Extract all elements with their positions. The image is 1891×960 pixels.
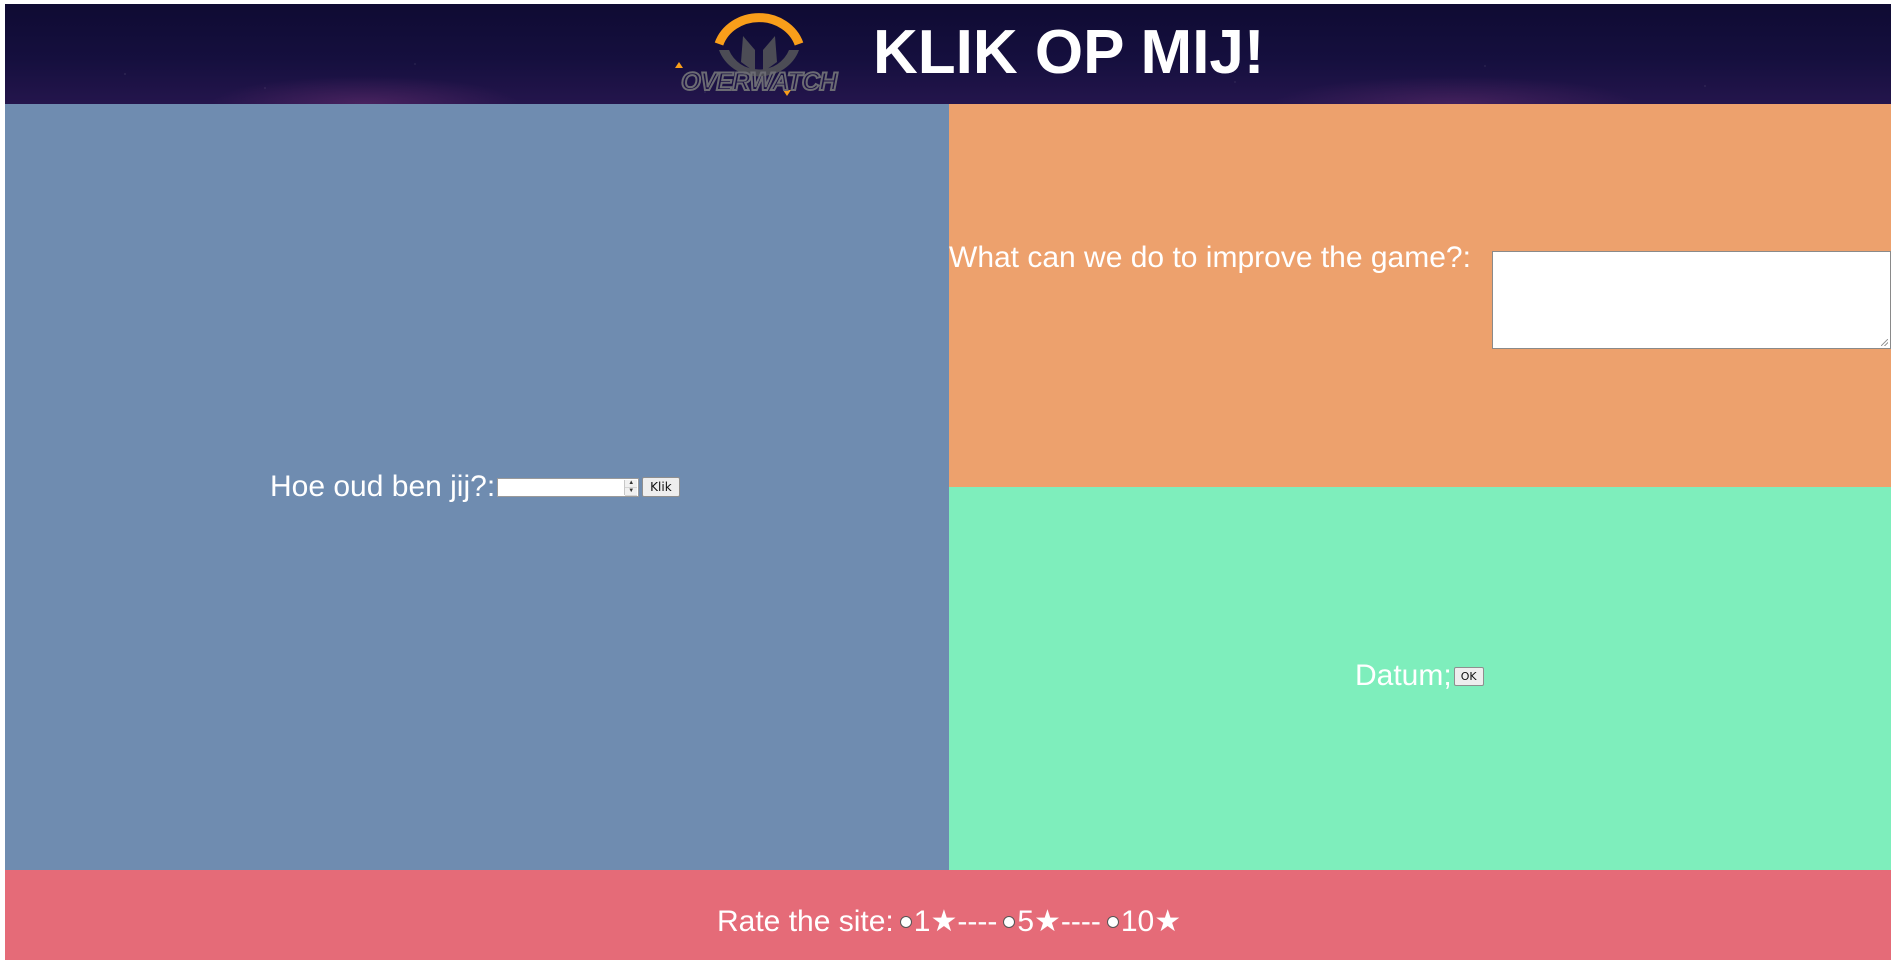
date-panel: Datum; OK [949,487,1891,870]
rating-option-10: 10★ [1120,905,1182,938]
rating-option-5: 5★---- [1017,905,1101,938]
rating-footer: Rate the site: 1★---- 5★---- 10★ [5,870,1891,960]
svg-text:OVERWATCH: OVERWATCH [681,68,838,96]
page-title: KLIK OP MIJ! [873,18,1265,87]
resize-grip-icon[interactable] [1881,339,1888,346]
klik-button[interactable]: Klik [642,477,680,497]
age-panel: Hoe oud ben jij?: ▲ ▼ Klik [5,104,949,870]
age-spinner[interactable]: ▲ ▼ [624,479,638,496]
improve-panel: What can we do to improve the game?: [949,104,1891,487]
improve-form: What can we do to improve the game?: [949,241,1471,275]
improve-label: What can we do to improve the game?: [949,241,1471,274]
rating-label: Rate the site: [717,904,894,938]
rating-radio-10[interactable] [1106,915,1119,928]
header-banner: OVERWATCH KLIK OP MIJ! [5,4,1891,104]
age-label: Hoe oud ben jij?: [270,470,496,503]
rating-option-1: 1★---- [913,905,998,938]
page: OVERWATCH KLIK OP MIJ! Hoe oud ben jij?:… [5,4,1891,960]
spinner-down-icon[interactable]: ▼ [625,487,638,496]
spinner-up-icon[interactable]: ▲ [625,479,638,488]
rating-form: Rate the site: 1★---- 5★---- 10★ [717,904,1181,939]
rating-radio-5[interactable] [1003,915,1016,928]
rating-radio-1[interactable] [899,915,912,928]
date-label: Datum; [1355,659,1452,692]
age-number-input[interactable]: ▲ ▼ [497,477,640,497]
improve-textarea[interactable] [1492,251,1891,349]
overwatch-logo: OVERWATCH [675,13,840,97]
ok-button[interactable]: OK [1453,666,1484,686]
age-form: Hoe oud ben jij?: ▲ ▼ Klik [270,469,680,505]
date-form: Datum; OK [1355,659,1484,693]
